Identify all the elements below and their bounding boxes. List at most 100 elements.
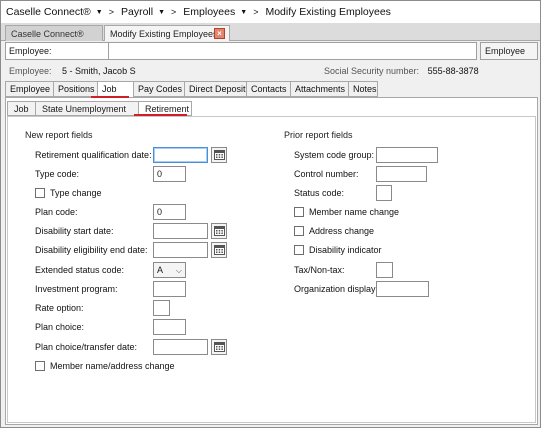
tab-attachments[interactable]: Attachments [290,81,348,97]
type-code-label: Type code: [35,169,80,179]
type-change-label: Type change [50,188,102,198]
plan-choice-input[interactable] [153,319,186,335]
disability-indicator-label: Disability indicator [309,245,382,255]
active-tab-indicator [91,96,129,98]
status-code-input[interactable] [376,185,392,201]
calendar-icon[interactable] [211,147,227,163]
organization-display-input[interactable] [376,281,429,297]
subtab-job[interactable]: Job [7,101,35,116]
calendar-icon[interactable] [211,242,227,258]
tab-label: Direct Deposit [189,84,246,94]
plan-choice-label: Plan choice: [35,322,85,332]
chevron-right-icon: > [253,7,259,17]
plan-code-input[interactable]: 0 [153,204,186,220]
window-tab-label: Modify Existing Employees [110,28,218,39]
subtab-label: Job [14,103,29,114]
employee-lookup-mode-label: Employee [485,46,526,56]
breadcrumb-item-modify-existing-employees: Modify Existing Employees [265,6,390,18]
calendar-icon[interactable] [211,223,227,239]
status-code-label: Status code: [294,188,345,198]
tab-contacts[interactable]: Contacts [246,81,290,97]
tab-positions[interactable]: Positions [53,81,97,97]
tab-employee[interactable]: Employee [5,81,53,97]
active-subtab-indicator [134,114,187,116]
dropdown-arrow-icon[interactable]: ▼ [96,9,103,16]
application-window: Caselle Connect® ▼ > Payroll ▼ > Employe… [0,0,541,428]
tab-label: Employee [10,84,51,94]
type-code-input[interactable]: 0 [153,166,186,182]
subtab-label: Retirement [145,103,190,114]
employee-info-label: Employee: [9,66,52,76]
dropdown-arrow-icon[interactable]: ▼ [158,9,165,16]
employee-info: Employee: 5 - Smith, Jacob S [9,66,136,76]
dropdown-arrow-icon[interactable]: ▼ [240,9,247,16]
disability-eligibility-end-date-label: Disability eligibility end date: [35,245,148,255]
window-tab-label: Caselle Connect® [11,28,84,39]
rate-option-input[interactable] [153,300,170,316]
tab-label: Attachments [295,84,346,94]
member-name-change-label: Member name change [309,207,400,217]
type-change-checkbox[interactable] [35,188,45,198]
member-name-address-change-checkbox[interactable] [35,361,45,371]
employee-search-label-text: Employee: [9,46,52,56]
disability-indicator-checkbox[interactable] [294,245,304,255]
disability-start-date-input[interactable] [153,223,208,239]
system-code-group-label: System code group: [294,150,375,160]
new-report-fields-title: New report fields [25,130,93,140]
employee-search-bar: Employee: Employee [5,42,538,60]
tab-label: Notes [353,84,377,94]
main-tab-bar: Employee Positions Job Pay Codes Direct … [5,81,378,97]
tab-pay-codes[interactable]: Pay Codes [133,81,184,97]
calendar-icon[interactable] [211,339,227,355]
window-tab-caselle-connect[interactable]: Caselle Connect® [5,25,103,41]
disability-start-date-label: Disability start date: [35,226,114,236]
investment-program-input[interactable] [153,281,186,297]
employee-search-input[interactable] [109,42,477,60]
rate-option-label: Rate option: [35,303,84,313]
address-change-checkbox[interactable] [294,226,304,236]
member-name-change-checkbox[interactable] [294,207,304,217]
address-change-label: Address change [309,226,375,236]
window-tab-bar: Caselle Connect® Modify Existing Employe… [1,23,540,41]
tab-label: Positions [58,84,95,94]
control-number-input[interactable] [376,166,427,182]
breadcrumb-label: Payroll [120,6,154,18]
breadcrumb-item-payroll[interactable]: Payroll ▼ > [121,6,183,18]
extended-status-code-value: A [157,265,164,275]
prior-report-fields-title: Prior report fields [284,130,353,140]
chevron-down-icon: ⌵ [175,266,182,275]
subtab-state-unemployment[interactable]: State Unemployment [35,101,138,116]
chevron-right-icon: > [108,7,114,17]
extended-status-code-label: Extended status code: [35,265,125,275]
disability-eligibility-end-date-input[interactable] [153,242,208,258]
employee-info-value: 5 - Smith, Jacob S [62,66,136,76]
retirement-qualification-date-label: Retirement qualification date: [35,150,152,160]
breadcrumb-item-caselle-connect[interactable]: Caselle Connect® ▼ > [6,6,121,18]
employee-lookup-mode-button[interactable]: Employee [480,42,538,60]
plan-choice-transfer-date-input[interactable] [153,339,208,355]
ssn-label: Social Security number: [324,66,420,76]
member-name-address-change-label: Member name/address change [50,361,175,371]
tab-notes[interactable]: Notes [348,81,378,97]
breadcrumb-item-employees[interactable]: Employees ▼ > [183,6,265,18]
close-icon[interactable]: × [214,28,225,39]
tax-non-tax-input[interactable] [376,262,393,278]
breadcrumb-label: Caselle Connect® [6,6,91,18]
window-tab-modify-existing-employees[interactable]: Modify Existing Employees × [104,25,230,41]
breadcrumb-label: Employees [183,6,236,18]
control-number-label: Control number: [294,169,359,179]
tab-label: Contacts [251,84,287,94]
retirement-qualification-date-input[interactable] [153,147,208,163]
tab-label: Pay Codes [138,84,183,94]
ssn-value: 555-88-3878 [427,66,479,76]
extended-status-code-select[interactable]: A ⌵ [153,262,186,278]
tab-direct-deposit[interactable]: Direct Deposit [184,81,246,97]
tab-job[interactable]: Job [97,81,133,97]
plan-code-label: Plan code: [35,207,78,217]
organization-display-label: Organization display: [294,284,379,294]
breadcrumb: Caselle Connect® ▼ > Payroll ▼ > Employe… [1,1,540,23]
ssn-info: Social Security number: 555-88-3878 [324,66,479,76]
plan-choice-transfer-date-label: Plan choice/transfer date: [35,342,138,352]
system-code-group-input[interactable] [376,147,438,163]
investment-program-label: Investment program: [35,284,118,294]
